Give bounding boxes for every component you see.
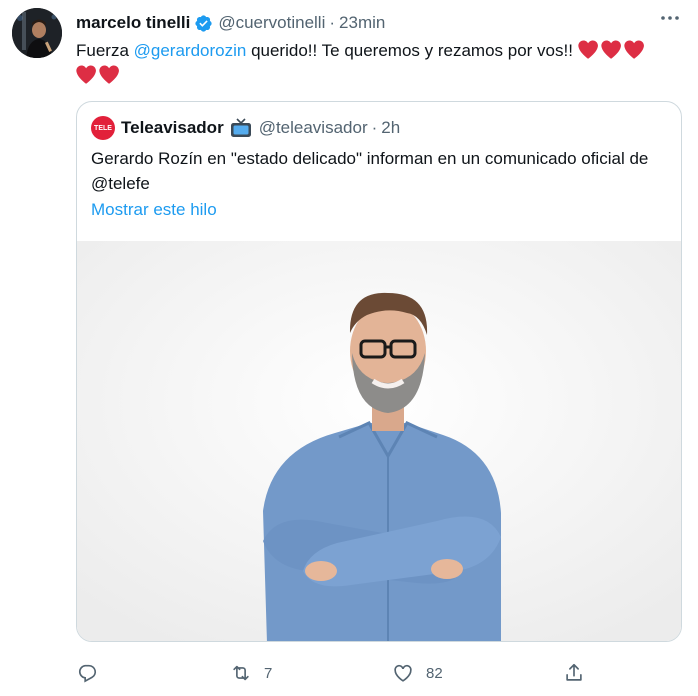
quoted-timestamp: 2h bbox=[381, 118, 401, 137]
red-heart-icon bbox=[99, 65, 119, 84]
more-options-icon[interactable] bbox=[658, 6, 682, 30]
share-button[interactable] bbox=[563, 658, 585, 688]
quoted-author-avatar[interactable]: TELE bbox=[91, 116, 115, 140]
red-heart-icon bbox=[578, 40, 598, 59]
share-icon bbox=[566, 663, 582, 681]
retweet-button[interactable]: 7 bbox=[230, 658, 272, 688]
quoted-tweet-header: TELE Teleavisador @teleavisador · 2h bbox=[91, 116, 401, 140]
author-handle[interactable]: @cuervotinelli bbox=[218, 13, 325, 33]
verified-badge-icon bbox=[195, 14, 212, 32]
like-button[interactable]: 82 bbox=[392, 658, 443, 688]
show-thread-link[interactable]: Mostrar este hilo bbox=[91, 200, 217, 220]
like-icon bbox=[394, 664, 412, 682]
quoted-author-handle: @teleavisador bbox=[258, 118, 368, 137]
tweet-header: marcelo tinelli @cuervotinelli · 23min bbox=[76, 11, 686, 35]
reply-button[interactable] bbox=[76, 658, 110, 688]
retweet-icon bbox=[233, 665, 249, 681]
quoted-tweet-photo[interactable] bbox=[77, 241, 681, 641]
author-avatar[interactable] bbox=[12, 8, 62, 58]
red-heart-icon bbox=[601, 40, 621, 59]
tweet-text: Fuerza @gerardorozin querido!! Te querem… bbox=[76, 38, 676, 88]
retweet-count: 7 bbox=[264, 664, 273, 682]
tweet-text-after: querido!! Te queremos y rezamos por vos!… bbox=[246, 41, 578, 60]
reply-icon bbox=[79, 664, 97, 683]
tweet-text-before: Fuerza bbox=[76, 41, 134, 60]
red-heart-icon bbox=[624, 40, 644, 59]
quoted-tweet-card[interactable]: TELE Teleavisador @teleavisador · 2h Ger… bbox=[76, 101, 682, 642]
tweet-action-bar: 7 82 bbox=[76, 658, 586, 688]
tv-icon bbox=[230, 118, 251, 137]
quoted-tweet-text: Gerardo Rozín en "estado delicado" infor… bbox=[91, 149, 649, 193]
quoted-separator-dot: · bbox=[371, 118, 378, 137]
like-count: 82 bbox=[426, 664, 443, 682]
separator-dot: · bbox=[329, 13, 336, 32]
author-name[interactable]: marcelo tinelli bbox=[76, 13, 190, 33]
tweet-timestamp[interactable]: 23min bbox=[339, 13, 385, 33]
quoted-author-name: Teleavisador bbox=[121, 118, 224, 137]
red-heart-icon bbox=[76, 65, 96, 84]
mention-link[interactable]: @gerardorozin bbox=[134, 41, 247, 60]
